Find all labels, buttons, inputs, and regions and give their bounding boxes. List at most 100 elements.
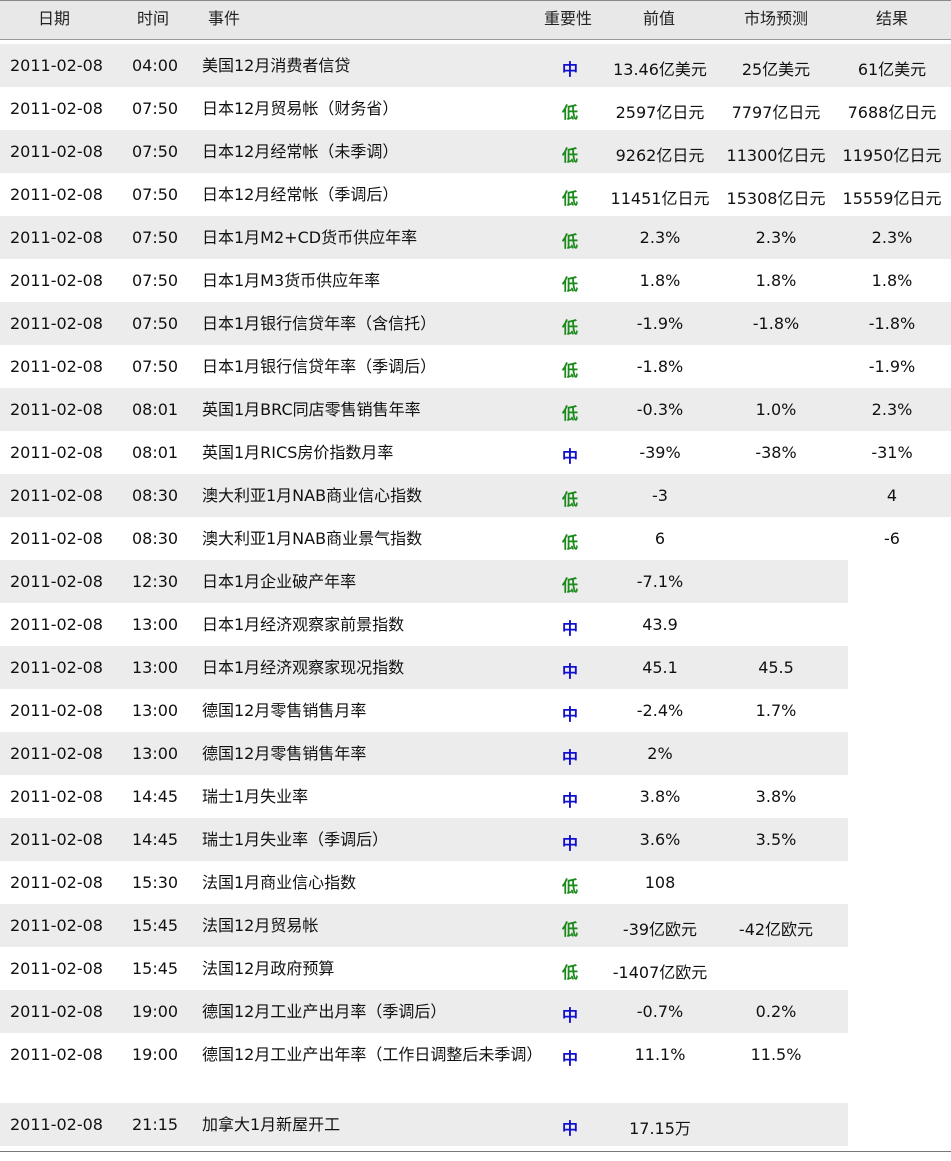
cell-event: 日本1月M3货币供应年率 [202,271,381,290]
cell-importance: 中 [561,705,578,724]
cell-importance: 中 [561,1049,578,1068]
cell-previous: -39亿欧元 [622,920,698,939]
cell-result: 7688亿日元 [847,103,937,122]
cell-previous: 11.1% [634,1045,686,1064]
cell-importance: 中 [561,1119,578,1138]
cell-result: 2.3% [871,400,913,419]
cell-time: 15:30 [132,873,179,892]
cell-time: 07:50 [132,228,179,247]
cell-date: 2011-02-08 [10,959,103,978]
cell-event: 日本1月银行信贷年率（季调后） [202,357,437,376]
cell-previous: -7.1% [636,572,684,591]
table-row: 2011-02-08 08:30 澳大利亚1月NAB商业景气指数 低 6 -6 [0,517,951,560]
cell-time: 07:50 [132,99,179,118]
cell-event: 日本1月经济观察家前景指数 [202,615,405,634]
cell-forecast: 3.5% [755,830,797,849]
cell-time: 19:00 [132,1045,179,1064]
cell-importance: 低 [561,189,578,208]
cell-forecast: 7797亿日元 [731,103,821,122]
table-row: 2011-02-08 08:30 澳大利亚1月NAB商业信心指数 低 -3 4 [0,474,951,517]
cell-event: 德国12月零售销售年率 [202,744,367,763]
table-body: 2011-02-08 04:00 美国12月消费者信贷中 13.46亿美元 25亿美元 6… [0,40,951,1146]
cell-time: 13:00 [132,744,179,763]
cell-date: 2011-02-08 [10,787,103,806]
cell-previous: 3.6% [639,830,681,849]
cell-result: 2.3% [871,228,913,247]
cell-importance: 低 [561,361,578,380]
cell-forecast: 1.0% [755,400,797,419]
table-row: 2011-02-08 15:30 法国1月商业信心指数 低 108 [0,861,951,904]
cell-forecast: 25亿美元 [741,60,811,79]
cell-event: 加拿大1月新屋开工 [202,1115,341,1134]
cell-previous: -0.7% [636,1002,684,1021]
header-importance: 重要性 [544,9,593,28]
cell-time: 14:45 [132,830,179,849]
table-row: 2011-02-08 13:00 德国12月零售销售月率 中 -2.4% 1.7% [0,689,951,732]
cell-date: 2011-02-08 [10,572,103,591]
cell-forecast: 3.8% [755,787,797,806]
table-row: 2011-02-08 15:45 法国12月贸易帐 低 -39亿欧元 -42亿欧元 [0,904,951,947]
cell-result: -1.9% [868,357,916,376]
cell-date: 2011-02-08 [10,400,103,419]
header-previous: 前值 [643,9,676,28]
cell-previous: -1.9% [636,314,684,333]
cell-previous: 108 [644,873,676,892]
cell-importance: 中 [561,748,578,767]
cell-previous: 2.3% [639,228,681,247]
cell-date: 2011-02-08 [10,271,103,290]
cell-event: 日本1月企业破产年率 [202,572,357,591]
table-row: 2011-02-08 08:01 英国1月RICS房价指数月率 中 -39% -38% -3… [0,431,951,474]
table-row: 2011-02-08 07:50 日本1月M2+CD货币供应年率 低 2.3% 2.3% 2… [0,216,951,259]
table-row: 2011-02-08 13:00 德国12月零售销售年率 中 2% [0,732,951,775]
cell-time: 15:45 [132,916,179,935]
cell-event: 日本1月经济观察家现况指数 [202,658,405,677]
cell-previous: 13.46亿美元 [613,60,707,79]
cell-previous: -0.3% [636,400,684,419]
cell-previous: 11451亿日元 [610,189,710,208]
cell-result: 15559亿日元 [842,189,942,208]
cell-importance: 中 [561,834,578,853]
cell-importance: 低 [561,490,578,509]
cell-date: 2011-02-08 [10,443,103,462]
cell-date: 2011-02-08 [10,185,103,204]
cell-forecast: 0.2% [755,1002,797,1021]
cell-event: 日本12月经常帐（季调后） [202,185,399,204]
cell-event: 瑞士1月失业率（季调后） [202,830,389,849]
cell-importance: 低 [561,877,578,896]
cell-previous: 43.9 [642,615,678,634]
cell-previous: 45.1 [642,658,678,677]
cell-importance: 低 [561,275,578,294]
header-event: 事件 [208,9,241,28]
cell-result: -1.8% [868,314,916,333]
cell-event: 瑞士1月失业率 [202,787,309,806]
cell-importance: 中 [561,447,578,466]
cell-result: 61亿美元 [857,60,927,79]
cell-event: 法国12月贸易帐 [202,916,319,935]
cell-importance: 中 [561,60,578,79]
cell-importance: 低 [561,318,578,337]
table-row: 2011-02-08 07:50 日本12月经常帐（未季调） 低 9262亿日元 1130… [0,130,951,173]
cell-date: 2011-02-08 [10,228,103,247]
cell-date: 2011-02-08 [10,916,103,935]
cell-importance: 中 [561,791,578,810]
table-row: 2011-02-08 08:01 英国1月BRC同店零售销售年率 低 -0.3% 1.0%… [0,388,951,431]
cell-previous: 6 [654,529,666,548]
cell-importance: 低 [561,963,578,982]
cell-date: 2011-02-08 [10,357,103,376]
cell-time: 07:50 [132,357,179,376]
cell-date: 2011-02-08 [10,873,103,892]
cell-date: 2011-02-08 [10,529,103,548]
cell-importance: 中 [561,1006,578,1025]
cell-time: 19:00 [132,1002,179,1021]
cell-time: 13:00 [132,701,179,720]
cell-time: 08:30 [132,486,179,505]
table-row: 2011-02-08 07:50 日本12月经常帐（季调后） 低 11451亿日元 153… [0,173,951,216]
table-row: 2011-02-08 13:00 日本1月经济观察家现况指数 中 45.1 45.5 [0,646,951,689]
table-row: 2011-02-08 19:00 德国12月工业产出月率（季调后） 中 -0.7% 0.2… [0,990,951,1033]
cell-time: 08:01 [132,400,179,419]
cell-previous: -2.4% [636,701,684,720]
cell-previous: 2597亿日元 [615,103,705,122]
cell-event: 日本1月M2+CD货币供应年率 [202,228,418,247]
cell-time: 21:15 [132,1115,179,1134]
cell-time: 07:50 [132,271,179,290]
